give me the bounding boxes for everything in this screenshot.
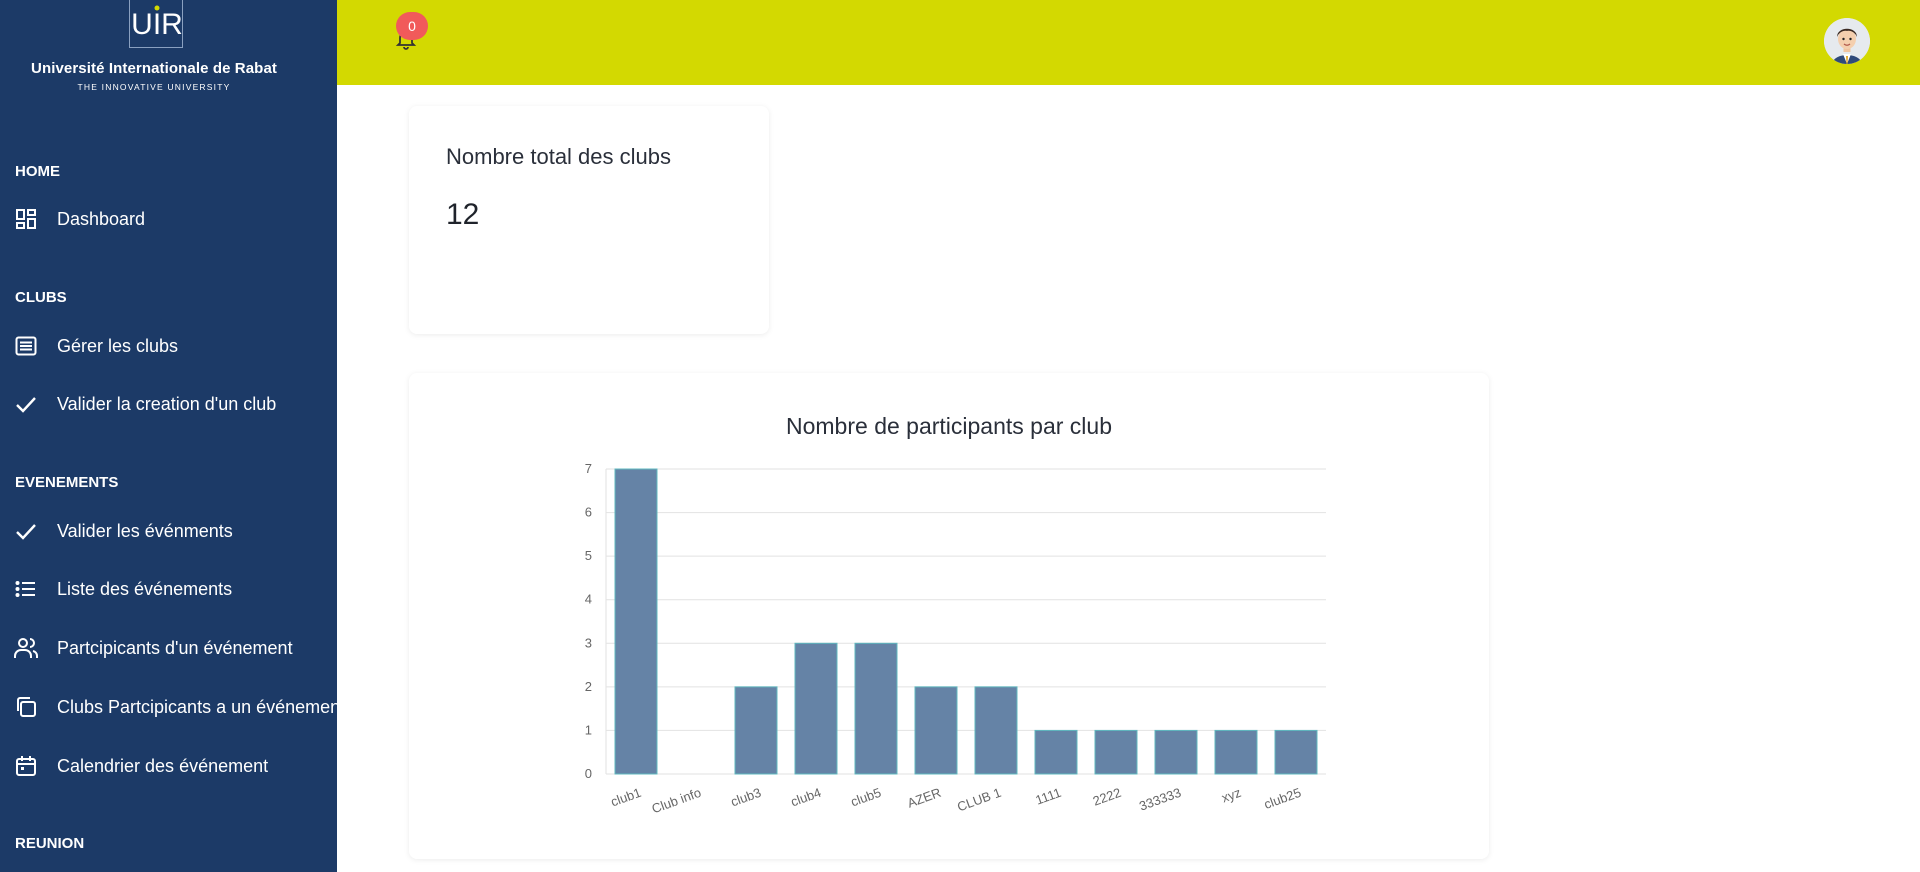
- sidebar-item-calendar[interactable]: Calendrier des événement: [0, 744, 337, 788]
- check-icon: [13, 518, 39, 544]
- sidebar-item-label: Valider la creation d'un club: [57, 393, 277, 414]
- x-tick-label: 2222: [1091, 785, 1123, 809]
- sidebar-item-validate-events[interactable]: Valider les événments: [0, 509, 337, 553]
- x-tick-label: 1111: [1033, 785, 1063, 808]
- x-tick-label: xyz: [1220, 785, 1243, 806]
- y-tick-label: 0: [585, 766, 592, 781]
- x-tick-label: club4: [789, 785, 823, 810]
- sidebar-item-validate-club[interactable]: Valider la creation d'un club: [0, 382, 337, 426]
- sidebar-item-label: Gérer les clubs: [57, 335, 179, 356]
- section-home: HOME: [15, 163, 60, 180]
- y-tick-label: 5: [585, 548, 592, 563]
- y-tick-label: 6: [585, 505, 592, 520]
- bar: [1214, 729, 1258, 775]
- x-tick-label: club3: [729, 785, 763, 810]
- y-tick-label: 2: [585, 679, 592, 694]
- participants-chart-card: Nombre de participants par club 01234567…: [409, 373, 1489, 859]
- x-tick-label: AZER: [905, 785, 943, 811]
- users-icon: [13, 635, 39, 661]
- university-name: Université Internationale de Rabat: [31, 60, 277, 77]
- sidebar-item-label: Partcipicants d'un événement: [57, 637, 293, 658]
- sidebar-item-dashboard[interactable]: Dashboard: [0, 197, 337, 241]
- sidebar-item-event-participants[interactable]: Partcipicants d'un événement: [0, 626, 337, 670]
- calendar-icon: [13, 753, 39, 779]
- section-meeting: REUNION: [15, 835, 85, 852]
- sidebar: UIR Université Internationale de Rabat T…: [0, 0, 337, 872]
- copy-icon: [13, 694, 39, 720]
- bar: [1154, 729, 1198, 775]
- x-tick-label: club1: [609, 785, 643, 810]
- y-tick-label: 3: [585, 635, 592, 650]
- sidebar-item-club-participants[interactable]: Clubs Partcipicants a un événement: [0, 685, 337, 729]
- x-tick-label: CLUB 1: [955, 785, 1003, 815]
- university-logo: UIR: [129, 0, 183, 48]
- bar: [1034, 729, 1078, 775]
- dashboard-icon: [13, 206, 39, 232]
- x-tick-label: 333333: [1137, 785, 1183, 814]
- sidebar-item-label: Valider les événments: [57, 520, 233, 541]
- total-clubs-card: Nombre total des clubs 12: [409, 106, 769, 334]
- total-clubs-title: Nombre total des clubs: [446, 144, 671, 169]
- bar: [974, 686, 1018, 775]
- sidebar-item-label: Liste des événements: [57, 578, 233, 599]
- sidebar-item-label: Clubs Partcipicants a un événement: [57, 696, 337, 717]
- sidebar-item-label: Calendrier des événement: [57, 755, 269, 776]
- section-events: EVENEMENTS: [15, 474, 119, 491]
- top-bar: [337, 0, 1920, 85]
- y-tick-label: 7: [585, 461, 592, 476]
- check-icon: [13, 391, 39, 417]
- x-tick-label: club5: [849, 785, 883, 810]
- sidebar-item-event-list[interactable]: Liste des événements: [0, 567, 337, 611]
- bar: [1094, 729, 1138, 775]
- total-clubs-value: 12: [446, 198, 480, 231]
- participants-bar-chart: 0 1 2 3 4 5 6 7 club1 Club info club3 club4 club5 AZE…: [585, 461, 1326, 817]
- list-box-icon: [13, 333, 39, 359]
- bullet-list-icon: [13, 576, 39, 602]
- bar: [794, 642, 838, 775]
- university-tagline: THE INNOVATIVE UNIVERSITY: [77, 82, 231, 92]
- sidebar-item-label: Dashboard: [57, 208, 146, 229]
- section-clubs: CLUBS: [15, 289, 67, 306]
- bar: [1274, 729, 1318, 775]
- bar: [914, 686, 958, 775]
- user-avatar[interactable]: [1824, 18, 1870, 64]
- x-tick-label: club25: [1262, 785, 1303, 812]
- sidebar-item-manage-clubs[interactable]: Gérer les clubs: [0, 324, 337, 368]
- bar: [734, 686, 778, 775]
- bar: [614, 468, 658, 775]
- logo-monogram: UIR: [131, 8, 183, 41]
- bar: [854, 642, 898, 775]
- y-tick-label: 4: [585, 592, 592, 607]
- notification-badge[interactable]: 0: [396, 12, 428, 40]
- y-tick-label: 1: [585, 722, 592, 737]
- x-tick-label: Club info: [650, 785, 703, 817]
